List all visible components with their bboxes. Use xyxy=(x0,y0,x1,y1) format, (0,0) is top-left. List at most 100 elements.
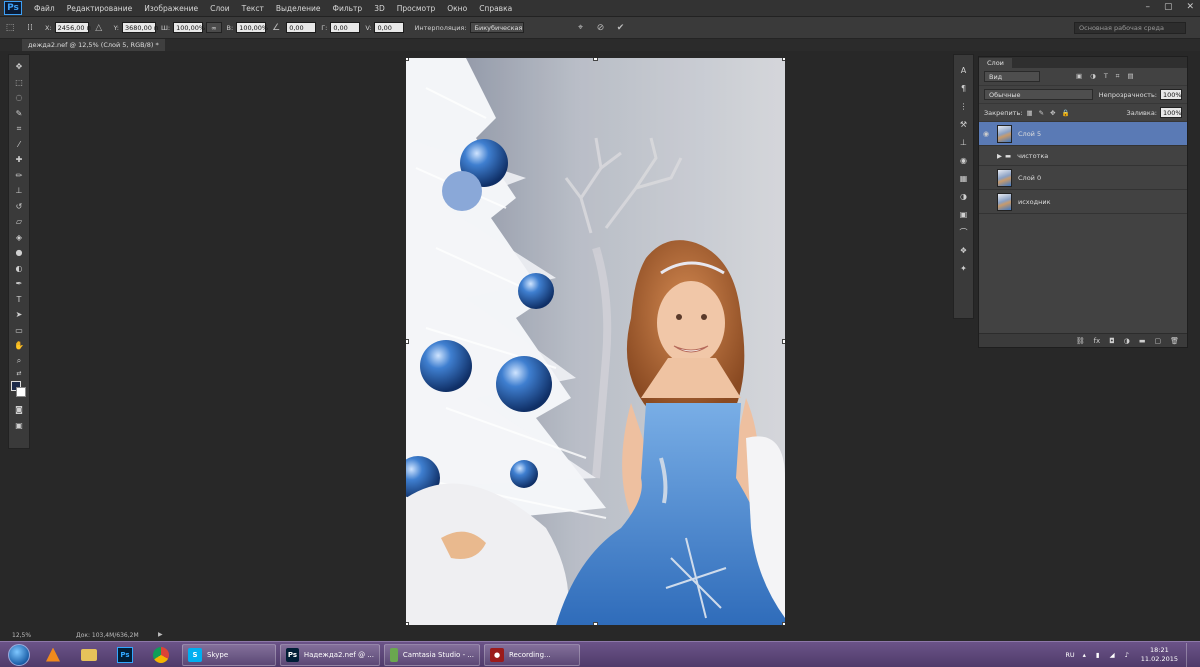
visibility-eye-icon[interactable]: ◉ xyxy=(979,130,993,138)
taskbar-button[interactable]: Camtasia Studio - ... xyxy=(384,643,480,666)
menu-item[interactable]: Окно xyxy=(441,4,473,13)
x-input[interactable]: 2456,00 п xyxy=(54,22,91,33)
dodge-tool-icon[interactable]: ◐ xyxy=(12,261,26,277)
eraser-tool-icon[interactable]: ▱ xyxy=(12,214,26,230)
menu-item[interactable]: 3D xyxy=(368,4,391,13)
color-panel-icon[interactable]: ◉ xyxy=(957,151,971,169)
new-layer-icon[interactable]: ▢ xyxy=(1154,337,1161,345)
rectangle-tool-icon[interactable]: ▭ xyxy=(12,323,26,339)
quick-select-tool-icon[interactable]: ✎ xyxy=(12,106,26,122)
styles-panel-icon[interactable]: ▣ xyxy=(957,205,971,223)
brush-tool-icon[interactable]: ✏ xyxy=(12,168,26,184)
cancel-transform-icon[interactable]: ⊘ xyxy=(594,21,608,35)
paint-bucket-tool-icon[interactable]: ◈ xyxy=(12,230,26,246)
paragraph-panel-icon[interactable]: ¶ xyxy=(957,79,971,97)
link-layers-icon[interactable]: ⛓ xyxy=(1076,337,1085,345)
menu-item[interactable]: Выделение xyxy=(270,4,327,13)
document-tab[interactable]: дежда2.nef @ 12,5% (Слой 5, RGB/8) * xyxy=(22,39,165,51)
color-swatches[interactable] xyxy=(11,381,27,399)
reference-point-icon[interactable]: ⁞⁞ xyxy=(23,21,37,35)
close-button[interactable]: ✕ xyxy=(1186,2,1194,12)
start-button[interactable] xyxy=(8,643,30,666)
delta-icon[interactable]: △ xyxy=(92,21,106,35)
photoshop-pinned-icon[interactable]: Ps xyxy=(110,644,140,666)
maximize-button[interactable]: ▢ xyxy=(1164,2,1173,12)
link-toggle[interactable]: ∞ xyxy=(206,22,222,33)
menu-item[interactable]: Изображение xyxy=(138,4,204,13)
layer-row-original[interactable]: исходник xyxy=(979,190,1187,214)
healing-brush-tool-icon[interactable]: ✚ xyxy=(12,152,26,168)
layer-style-icon[interactable]: fx xyxy=(1094,337,1101,345)
clone-source-icon[interactable]: ⊥ xyxy=(957,133,971,151)
zoom-tool-icon[interactable]: ⌕ xyxy=(12,354,26,370)
fill-input[interactable]: 100% xyxy=(1160,107,1182,118)
character-panel-icon[interactable]: A xyxy=(957,61,971,79)
show-desktop-button[interactable] xyxy=(1186,643,1194,667)
transform-tool-icon[interactable]: ⬚ xyxy=(3,21,17,35)
swap-colors-icon[interactable]: ⇄ xyxy=(12,369,26,378)
blur-tool-icon[interactable]: ● xyxy=(12,245,26,261)
transform-handle-tl[interactable] xyxy=(406,58,409,61)
zoom-level[interactable]: 12,5% xyxy=(12,632,31,639)
delete-layer-icon[interactable]: 🗑 xyxy=(1170,337,1179,345)
vskew-input[interactable]: 0,00 xyxy=(374,22,405,33)
taskbar-button[interactable]: ● Recording... xyxy=(484,643,580,666)
document-canvas[interactable] xyxy=(406,58,785,625)
menu-item[interactable]: Справка xyxy=(473,4,518,13)
add-mask-icon[interactable]: ◘ xyxy=(1109,337,1115,345)
layer-row-group[interactable]: ▶ ▬ чистотка xyxy=(979,146,1187,166)
eyedropper-tool-icon[interactable]: ⁄ xyxy=(12,137,26,153)
lock-icons[interactable]: ▦✎✥🔒 xyxy=(1026,109,1075,117)
workspace-select[interactable]: Основная рабочая среда xyxy=(1074,22,1186,34)
pen-tool-icon[interactable]: ✒ xyxy=(12,276,26,292)
hand-tool-icon[interactable]: ✋ xyxy=(12,338,26,354)
blend-mode-select[interactable]: Обычные xyxy=(984,89,1093,100)
width-input[interactable]: 100,00% xyxy=(173,22,205,33)
path-select-tool-icon[interactable]: ➤ xyxy=(12,307,26,323)
tool-presets-icon[interactable]: ⚒ xyxy=(957,115,971,133)
minimize-button[interactable]: – xyxy=(1145,2,1150,12)
adjustments-panel-icon[interactable]: ◑ xyxy=(957,187,971,205)
hskew-input[interactable]: 0,00 xyxy=(330,22,361,33)
lasso-tool-icon[interactable]: ◌ xyxy=(12,90,26,106)
layers-tab[interactable]: Слои xyxy=(979,58,1012,68)
layer-row-layer5[interactable]: ◉ Слой 5 xyxy=(979,122,1187,146)
adjustment-layer-icon[interactable]: ◑ xyxy=(1124,337,1130,345)
menu-item[interactable]: Слои xyxy=(204,4,236,13)
channels-panel-icon[interactable]: ❖ xyxy=(957,241,971,259)
commit-transform-icon[interactable]: ✔ xyxy=(614,21,628,35)
taskbar-button[interactable]: S Skype xyxy=(182,643,276,666)
menu-item[interactable]: Редактирование xyxy=(61,4,138,13)
move-tool-icon[interactable]: ✥ xyxy=(12,59,26,75)
menu-item[interactable]: Просмотр xyxy=(391,4,442,13)
new-group-icon[interactable]: ▬ xyxy=(1139,337,1146,345)
y-input[interactable]: 3680,00 п xyxy=(121,22,158,33)
paths-panel-icon[interactable]: ⌒ xyxy=(957,223,971,241)
explorer-icon[interactable] xyxy=(74,644,104,666)
clone-stamp-tool-icon[interactable]: ⊥ xyxy=(12,183,26,199)
crop-tool-icon[interactable]: ⌗ xyxy=(12,121,26,137)
menu-item[interactable]: Файл xyxy=(28,4,61,13)
status-menu-arrow-icon[interactable]: ▶ xyxy=(158,631,163,638)
menu-item[interactable]: Фильтр xyxy=(327,4,369,13)
menu-item[interactable]: Текст xyxy=(236,4,270,13)
tray-icons[interactable]: ▴ ▮ ◢ ♪ xyxy=(1083,651,1133,659)
angle-input[interactable]: 0,00 xyxy=(286,22,317,33)
screen-mode-icon[interactable]: ▣ xyxy=(12,418,26,434)
brush-presets-icon[interactable]: ⋮ xyxy=(957,97,971,115)
transform-handle-bl[interactable] xyxy=(406,622,409,625)
language-indicator[interactable]: RU xyxy=(1065,651,1074,659)
filter-icons[interactable]: ▣◑T⌗▤ xyxy=(1076,72,1142,81)
chrome-icon[interactable] xyxy=(146,644,176,666)
type-tool-icon[interactable]: T xyxy=(12,292,26,308)
transform-handle-mr[interactable] xyxy=(782,339,785,344)
quick-mask-icon[interactable]: ◙ xyxy=(12,402,26,418)
taskbar-button[interactable]: Ps Надежда2.nef @ ... xyxy=(280,643,380,666)
group-expand-icon[interactable]: ▶ xyxy=(997,152,1002,160)
transform-handle-br[interactable] xyxy=(782,622,785,625)
transform-handle-tr[interactable] xyxy=(782,58,785,61)
actions-panel-icon[interactable]: ✦ xyxy=(957,259,971,277)
transform-handle-ml[interactable] xyxy=(406,339,409,344)
opacity-input[interactable]: 100% xyxy=(1160,89,1182,100)
layer-row-layer0[interactable]: Слой 0 xyxy=(979,166,1187,190)
